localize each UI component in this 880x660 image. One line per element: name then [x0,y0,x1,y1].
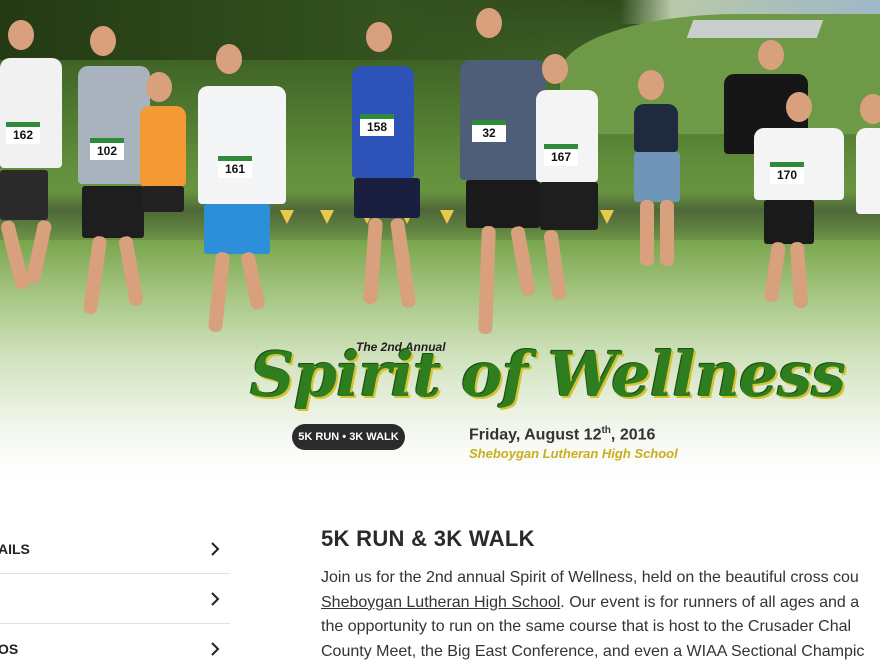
race-bib: 167 [544,144,578,166]
paragraph-line: County Meet, the Big East Conference, an… [321,642,865,660]
sidebar-item-photos[interactable]: OS [0,624,230,660]
paragraph-text: . Our event is for runners of all ages a… [560,593,860,611]
event-date-suffix: th [601,425,611,436]
sidebar-item-label: AILS [0,541,30,557]
race-bib: 32 [472,120,506,142]
page-heading: 5K RUN & 3K WALK [321,526,535,551]
main-content: 5K RUN & 3K WALK Join us for the 2nd ann… [321,526,880,660]
event-date-year: , 2016 [610,426,656,444]
chevron-right-icon [211,592,220,606]
event-date: Friday, August 12th, 2016 [469,425,655,444]
paragraph-line: Sheboygan Lutheran High School. Our even… [321,591,880,616]
paragraph-line: the opportunity to run on the same cours… [321,618,852,635]
chevron-right-icon [211,542,220,556]
paragraph-line: Join us for the 2nd annual Spirit of Wel… [321,569,859,586]
sidebar-item-2[interactable] [0,574,230,624]
sidebar-item-details[interactable]: AILS [0,524,230,574]
intro-paragraph: Join us for the 2nd annual Spirit of Wel… [321,566,880,660]
event-venue: Sheboygan Lutheran High School [469,446,678,461]
race-bib: 162 [6,122,40,144]
race-bib: 158 [360,114,394,136]
race-bib: 170 [770,162,804,184]
race-bib: 161 [218,156,252,178]
event-date-main: Friday, August 12 [469,426,602,444]
event-logo-title: Spirit of Wellness [250,338,846,411]
sidebar-item-label: OS [0,641,19,657]
school-link[interactable]: Sheboygan Lutheran High School [321,594,560,611]
road [686,20,824,38]
race-bib: 102 [90,138,124,160]
chevron-right-icon [211,642,220,656]
sidebar-nav: AILS OS [0,524,230,660]
hero-banner: 162 102 161 158 32 167 170 The 2nd Annua… [0,0,880,500]
event-type-badge: 5K RUN • 3K WALK [292,424,405,450]
